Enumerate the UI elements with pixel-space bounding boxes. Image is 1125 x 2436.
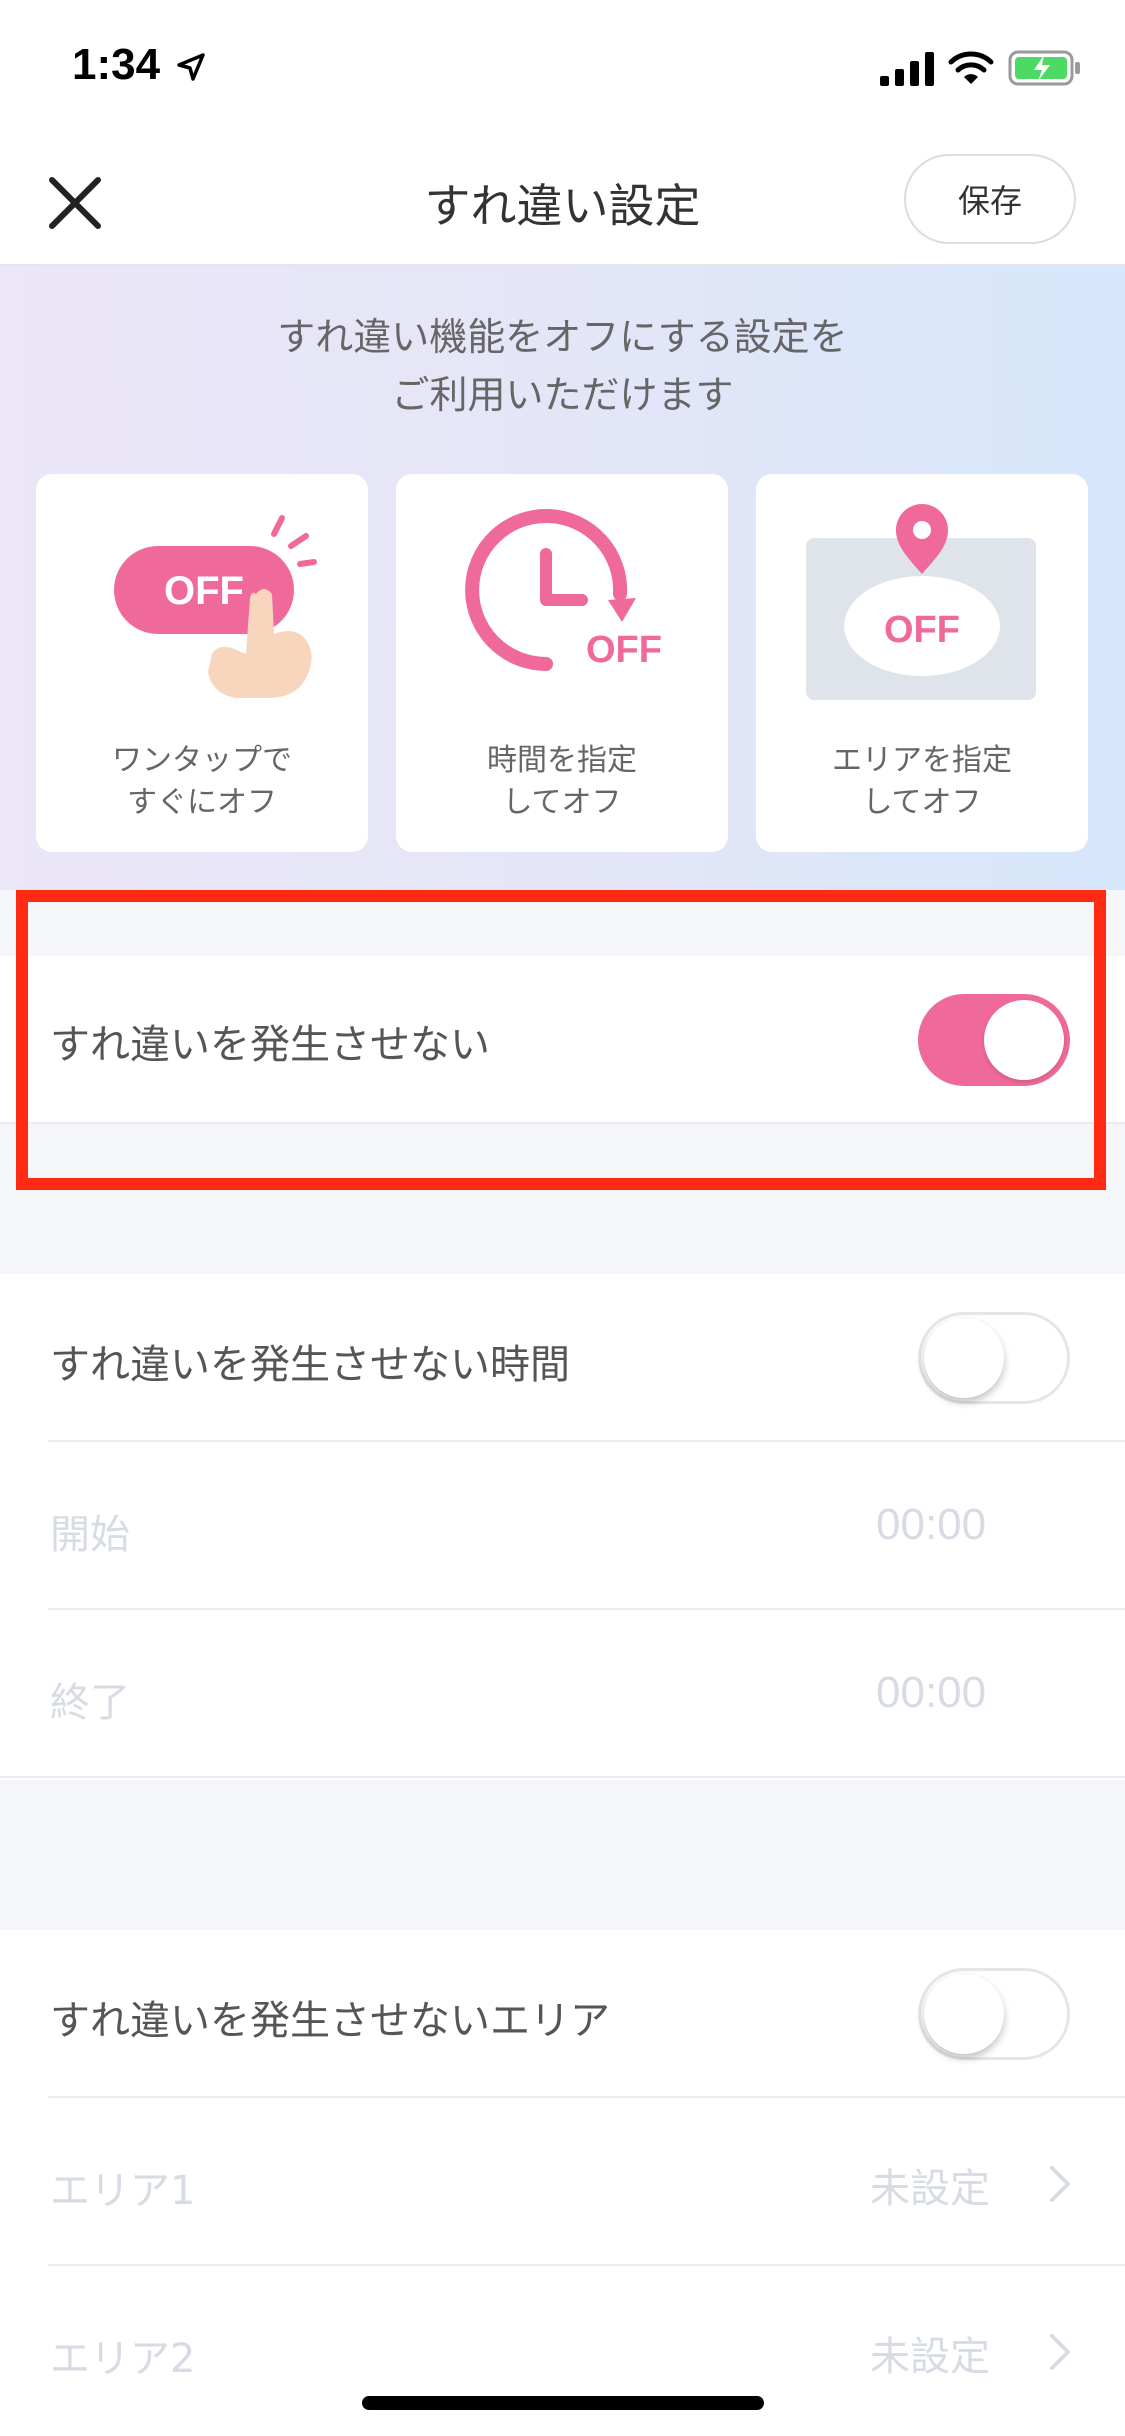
feature-banner: すれ違い機能をオフにする設定を ご利用いただけます OFF ワンタップで すぐに… [0, 266, 1125, 890]
caption-line-1: エリアを指定 [832, 743, 1012, 778]
area-off-label: OFF [884, 609, 960, 651]
setting-label: すれ違いを発生させない [50, 1022, 490, 1068]
setting-row-disable-all: すれ違いを発生させない [0, 956, 1125, 1124]
time-start-row[interactable]: 開始 00:00 [0, 1442, 1125, 1610]
toggle-knob [924, 1318, 1004, 1398]
end-label: 終了 [50, 1680, 130, 1726]
clock-off-icon: OFF [465, 509, 662, 671]
chevron-right-icon [1050, 2334, 1070, 2370]
chevron-right-icon [1050, 2166, 1070, 2202]
toggle-knob [924, 1974, 1004, 2054]
home-indicator [362, 2396, 764, 2410]
status-bar: 1:34 [0, 0, 1125, 140]
banner-description: すれ違い機能をオフにする設定を ご利用いただけます [0, 308, 1125, 424]
time-end-row[interactable]: 終了 00:00 [0, 1610, 1125, 1778]
banner-line-2: ご利用いただけます [391, 373, 734, 417]
caption-line-1: 時間を指定 [487, 743, 637, 778]
status-time: 1:34 [72, 40, 161, 89]
area-2-row[interactable]: エリア2 未設定 [0, 2266, 1125, 2436]
save-button[interactable]: 保存 [904, 154, 1076, 244]
map-pin-off-icon: OFF [806, 504, 1036, 700]
battery-charging-icon [1008, 50, 1080, 86]
caption-line-1: ワンタップで [112, 743, 292, 778]
card-caption: エリアを指定 してオフ [756, 740, 1088, 824]
disable-all-toggle[interactable] [918, 994, 1070, 1086]
disable-area-toggle[interactable] [918, 1968, 1070, 2060]
card-caption: 時間を指定 してオフ [396, 740, 728, 824]
cellular-signal-icon [880, 52, 934, 86]
tap-off-icon: OFF [114, 515, 317, 698]
wifi-icon [948, 51, 994, 84]
end-time-value: 00:00 [876, 1668, 987, 1717]
section-gap [0, 1780, 1125, 1930]
caption-line-2: すぐにオフ [127, 785, 277, 820]
area-value: 未設定 [870, 2166, 990, 2212]
area-label: エリア1 [50, 2168, 196, 2214]
caption-line-2: してオフ [502, 785, 622, 820]
start-label: 開始 [50, 1512, 130, 1558]
banner-line-1: すれ違い機能をオフにする設定を [277, 315, 848, 359]
setting-label: すれ違いを発生させないエリア [50, 1998, 610, 2044]
feature-card-time-off: OFF 時間を指定 してオフ [396, 474, 728, 852]
toggle-knob [984, 1000, 1064, 1080]
section-gap [0, 890, 1125, 956]
section-gap [0, 1124, 1125, 1274]
feature-card-area-off: OFF エリアを指定 してオフ [756, 474, 1088, 852]
area-label: エリア2 [50, 2336, 196, 2382]
area-1-row[interactable]: エリア1 未設定 [0, 2098, 1125, 2266]
start-time-value: 00:00 [876, 1500, 987, 1549]
nav-bar: すれ違い設定 保存 [0, 140, 1125, 266]
feature-card-tap-off: OFF ワンタップで すぐにオフ [36, 474, 368, 852]
area-value: 未設定 [870, 2334, 990, 2380]
setting-row-disable-area: すれ違いを発生させないエリア [0, 1930, 1125, 2098]
setting-label: すれ違いを発生させない時間 [50, 1342, 570, 1388]
card-caption: ワンタップで すぐにオフ [36, 740, 368, 824]
caption-line-2: してオフ [862, 785, 982, 820]
time-off-label: OFF [586, 629, 662, 671]
disable-time-toggle[interactable] [918, 1312, 1070, 1404]
tap-off-label: OFF [164, 569, 244, 613]
location-arrow-icon [177, 53, 205, 81]
setting-row-disable-time: すれ違いを発生させない時間 [0, 1274, 1125, 1442]
